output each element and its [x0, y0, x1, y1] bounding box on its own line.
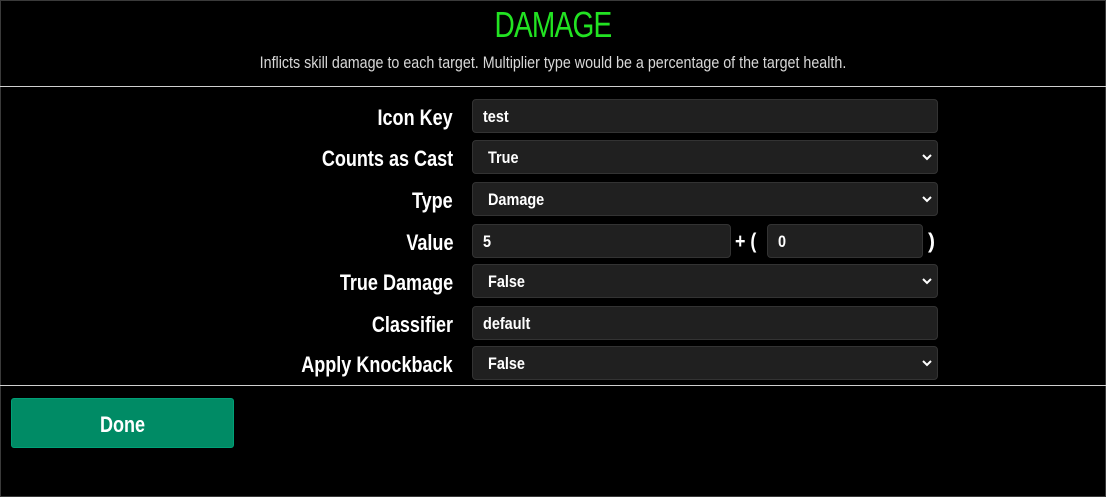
dialog-header: DAMAGE Inflicts skill damage to each tar…: [0, 0, 1106, 86]
row-true-damage: True Damage False: [0, 264, 1106, 300]
row-classifier: Classifier default: [0, 306, 1106, 342]
row-type: Type Damage: [0, 182, 1106, 218]
dialog-title: DAMAGE: [494, 4, 612, 45]
icon-key-value: test: [483, 107, 509, 126]
chevron-down-icon: [921, 193, 933, 205]
dialog-subtitle: Inflicts skill damage to each target. Mu…: [259, 53, 847, 72]
value-label: Value: [405, 230, 453, 255]
chevron-down-icon: [921, 151, 933, 163]
classifier-value: default: [483, 314, 531, 333]
header-divider: [0, 86, 1106, 87]
footer-divider: [0, 385, 1106, 386]
done-button-label: Done: [99, 412, 146, 437]
icon-key-input[interactable]: test: [472, 99, 938, 133]
apply-knockback-value: False: [488, 354, 525, 373]
chevron-down-icon: [921, 275, 933, 287]
classifier-label: Classifier: [371, 312, 453, 337]
icon-key-label: Icon Key: [377, 105, 453, 130]
done-button[interactable]: Done: [11, 398, 234, 448]
true-damage-label: True Damage: [339, 270, 453, 295]
row-counts-as-cast: Counts as Cast True: [0, 140, 1106, 176]
counts-as-cast-label: Counts as Cast: [321, 146, 453, 171]
value-base-input[interactable]: 5: [472, 224, 731, 258]
value-extra-input[interactable]: 0: [767, 224, 923, 258]
counts-as-cast-select[interactable]: True: [472, 140, 938, 174]
apply-knockback-select[interactable]: False: [472, 346, 938, 380]
value-plus-text: + (: [735, 230, 757, 253]
row-value: Value 5 + ( 0 ): [0, 224, 1106, 260]
classifier-input[interactable]: default: [472, 306, 938, 340]
row-apply-knockback: Apply Knockback False: [0, 346, 1106, 382]
true-damage-value: False: [488, 272, 525, 291]
type-select[interactable]: Damage: [472, 182, 938, 216]
counts-as-cast-value: True: [488, 148, 519, 167]
type-value: Damage: [488, 190, 545, 209]
type-label: Type: [412, 188, 453, 213]
value-extra-value: 0: [778, 232, 787, 251]
row-icon-key: Icon Key test: [0, 99, 1106, 135]
value-close-paren: ): [928, 230, 935, 253]
chevron-down-icon: [921, 357, 933, 369]
true-damage-select[interactable]: False: [472, 264, 938, 298]
apply-knockback-label: Apply Knockback: [301, 352, 453, 377]
value-base-value: 5: [483, 232, 492, 251]
